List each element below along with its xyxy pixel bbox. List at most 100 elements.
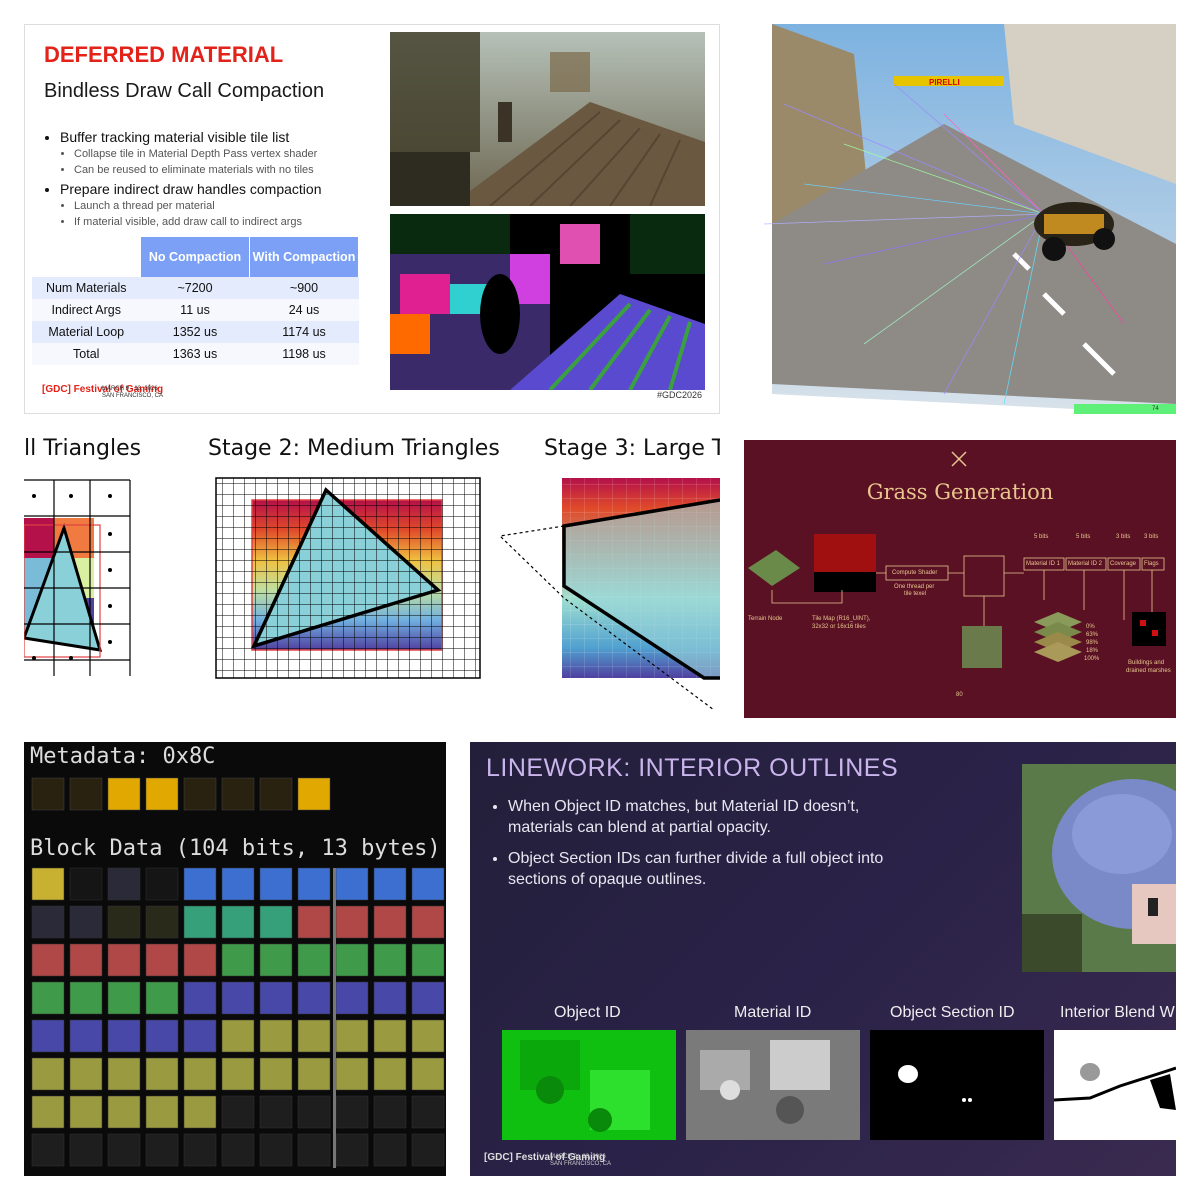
metadata-bit bbox=[145, 777, 179, 811]
block-bit bbox=[183, 1057, 217, 1091]
metadata-bit bbox=[31, 777, 65, 811]
table-row: Material Loop 1352 us 1174 us bbox=[32, 321, 359, 343]
block-bit bbox=[221, 905, 255, 939]
rooftop-render-image bbox=[390, 32, 705, 206]
block-bit bbox=[69, 981, 103, 1015]
block-bit bbox=[335, 867, 369, 901]
block-bit bbox=[145, 943, 179, 977]
sub-bullet: Can be reused to eliminate materials wit… bbox=[74, 162, 321, 178]
x-logo-icon bbox=[951, 451, 967, 467]
block-bit bbox=[183, 981, 217, 1015]
block-bit bbox=[31, 1095, 65, 1129]
sub-bullet: Collapse tile in Material Depth Pass ver… bbox=[74, 146, 321, 162]
race-car-raytracing-image: PIRELLI 74 bbox=[744, 24, 1176, 414]
slide-subtitle: Bindless Draw Call Compaction bbox=[44, 80, 325, 102]
block-bit bbox=[107, 1019, 141, 1053]
block-bit bbox=[259, 981, 293, 1015]
block-bit bbox=[297, 1057, 331, 1091]
metadata-bit bbox=[259, 777, 293, 811]
object-section-id-image bbox=[870, 1030, 1044, 1140]
interior-blend-image bbox=[1053, 1030, 1176, 1140]
block-bit bbox=[373, 1095, 407, 1129]
metadata-bit bbox=[183, 777, 217, 811]
block-bit bbox=[259, 1057, 293, 1091]
hashtag: #GDC2026 bbox=[656, 390, 702, 400]
block-bit bbox=[69, 943, 103, 977]
block-bit bbox=[145, 905, 179, 939]
table-row: Num Materials ~7200 ~900 bbox=[32, 277, 359, 299]
grass-layer-stack bbox=[1034, 612, 1082, 662]
block-bit bbox=[183, 1019, 217, 1053]
block-bit bbox=[107, 905, 141, 939]
block-bit bbox=[297, 1133, 331, 1167]
bullet-list: When Object ID matches, but Material ID … bbox=[488, 796, 928, 900]
block-bit bbox=[259, 1019, 293, 1053]
stage1-grid bbox=[24, 479, 131, 676]
block-bit bbox=[411, 943, 445, 977]
tile-map-image bbox=[814, 534, 876, 572]
block-bit bbox=[411, 867, 445, 901]
metadata-bit bbox=[107, 777, 141, 811]
block-bit bbox=[373, 943, 407, 977]
slide-title: DEFERRED MATERIAL bbox=[44, 42, 284, 67]
linework-slide: LINEWORK: INTERIOR OUTLINES When Object … bbox=[470, 742, 1176, 1176]
block-bit bbox=[373, 1019, 407, 1053]
table-row: Indirect Args 11 us 24 us bbox=[32, 299, 359, 321]
block-bit bbox=[259, 905, 293, 939]
block-bit bbox=[69, 1057, 103, 1091]
deferred-material-slide: DEFERRED MATERIAL Bindless Draw Call Com… bbox=[24, 24, 720, 414]
block-bit bbox=[373, 1057, 407, 1091]
block-bit bbox=[297, 943, 331, 977]
caption-interior-blend: Interior Blend W bbox=[1060, 1004, 1175, 1021]
block-bit bbox=[411, 1057, 445, 1091]
block-bit bbox=[183, 943, 217, 977]
block-bit bbox=[107, 867, 141, 901]
material-id-visualization bbox=[390, 214, 705, 390]
block-bit bbox=[335, 1095, 369, 1129]
block-bit bbox=[335, 943, 369, 977]
metadata-bit bbox=[69, 777, 103, 811]
block-bit bbox=[297, 867, 331, 901]
block-bit bbox=[145, 867, 179, 901]
block-bit bbox=[183, 867, 217, 901]
block-bit bbox=[31, 1057, 65, 1091]
bullet-item: Buffer tracking material visible tile li… bbox=[60, 128, 321, 178]
block-bit bbox=[411, 905, 445, 939]
block-bit bbox=[31, 943, 65, 977]
block-bit bbox=[297, 905, 331, 939]
block-bit bbox=[221, 1095, 255, 1129]
block-bit bbox=[259, 943, 293, 977]
metadata-bit bbox=[297, 777, 331, 811]
block-bit bbox=[31, 981, 65, 1015]
block-bit bbox=[259, 1095, 293, 1129]
block-bit bbox=[31, 905, 65, 939]
block-bit bbox=[183, 1095, 217, 1129]
block-bit bbox=[221, 1133, 255, 1167]
page-number: 74 bbox=[1152, 406, 1159, 412]
block-bit bbox=[69, 1133, 103, 1167]
block-bit bbox=[221, 1057, 255, 1091]
terrain-image bbox=[748, 550, 800, 586]
block-bit bbox=[297, 1019, 331, 1053]
block-bit bbox=[411, 1019, 445, 1053]
block-bit bbox=[221, 867, 255, 901]
block-bit bbox=[107, 1133, 141, 1167]
block-bit bbox=[145, 981, 179, 1015]
block-bit bbox=[69, 1095, 103, 1129]
block-bit bbox=[373, 981, 407, 1015]
block-bit bbox=[297, 981, 331, 1015]
block-bit bbox=[373, 867, 407, 901]
block-bit bbox=[31, 1133, 65, 1167]
object-id-image bbox=[502, 1030, 676, 1140]
block-bit bbox=[335, 981, 369, 1015]
block-bit bbox=[145, 1095, 179, 1129]
metadata-bit bbox=[221, 777, 255, 811]
block-bit bbox=[107, 943, 141, 977]
block-bit bbox=[297, 1095, 331, 1129]
block-bit bbox=[259, 867, 293, 901]
grass-generation-slide: Grass Generation Terrain Node Tile Map (… bbox=[744, 440, 1176, 718]
block-bit bbox=[411, 1133, 445, 1167]
block-bit bbox=[411, 981, 445, 1015]
pixel-character-image bbox=[1022, 764, 1176, 972]
block-bit bbox=[145, 1057, 179, 1091]
